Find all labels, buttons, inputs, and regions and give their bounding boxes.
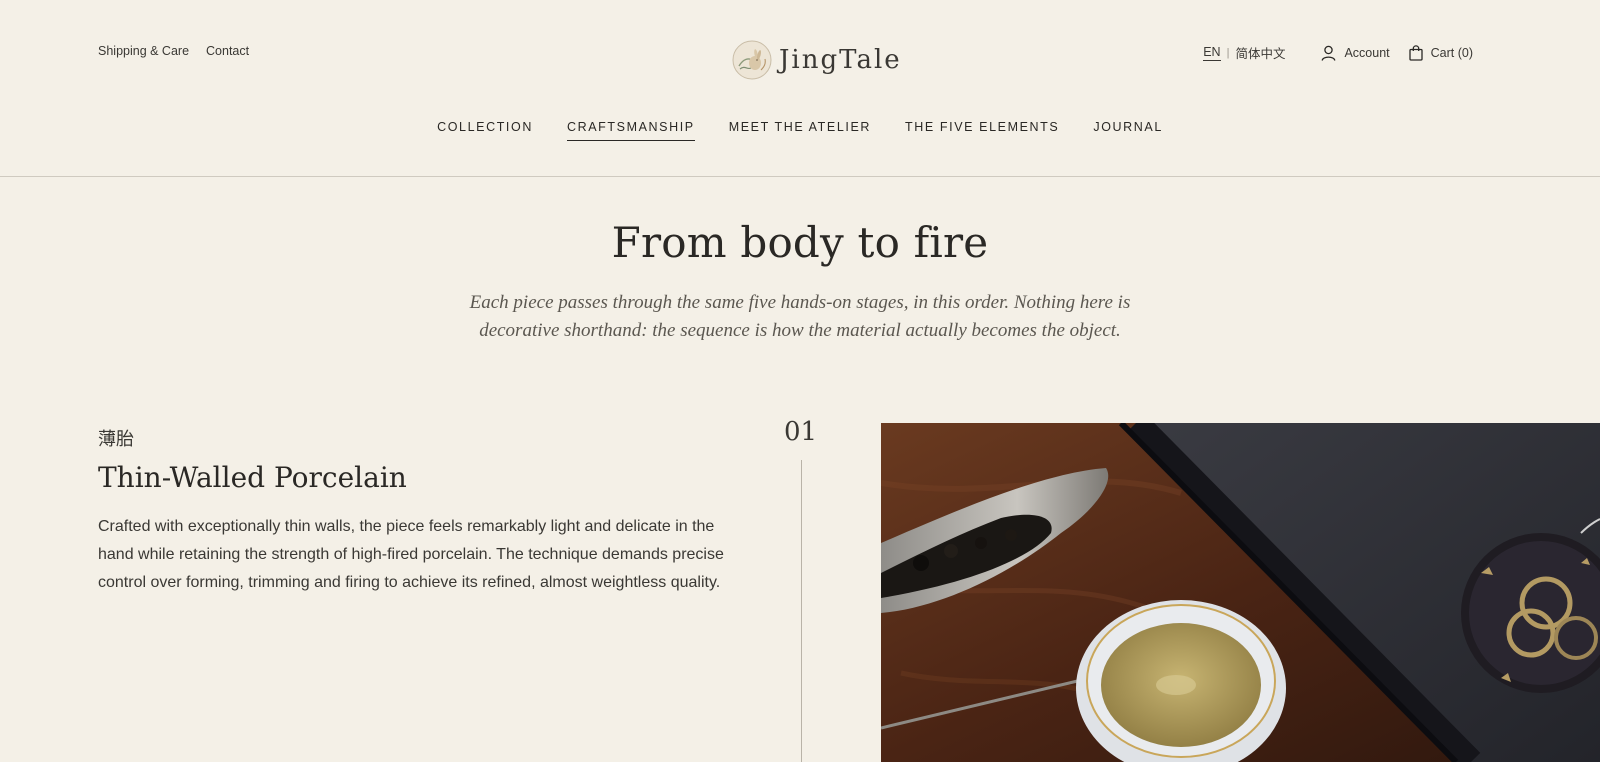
stage-title: Thin-Walled Porcelain xyxy=(98,461,407,494)
cart-link[interactable]: Cart (0) xyxy=(1408,44,1473,61)
brand-logo[interactable]: JingTale xyxy=(731,39,902,81)
stage-section: 薄胎 Thin-Walled Porcelain Crafted with ex… xyxy=(0,417,1600,762)
nav-journal[interactable]: JOURNAL xyxy=(1093,120,1163,141)
utility-links-left: Shipping & Care Contact xyxy=(98,44,249,58)
lang-en-link[interactable]: EN xyxy=(1203,45,1221,61)
cart-label: Cart (0) xyxy=(1430,45,1473,60)
contact-link[interactable]: Contact xyxy=(206,44,249,58)
main-navigation: COLLECTION CRAFTSMANSHIP MEET THE ATELIE… xyxy=(0,120,1600,141)
stage-number: 01 xyxy=(784,417,818,447)
stage-chinese-title: 薄胎 xyxy=(98,429,134,450)
account-label: Account xyxy=(1344,45,1390,60)
nav-meet-the-atelier[interactable]: MEET THE ATELIER xyxy=(729,120,871,141)
nav-five-elements[interactable]: THE FIVE ELEMENTS xyxy=(905,120,1059,141)
utility-links-right: EN | 简体中文 Account Cart (0) xyxy=(1203,43,1473,62)
language-switcher: EN | 简体中文 xyxy=(1203,43,1285,62)
person-icon xyxy=(1321,45,1336,61)
shopping-bag-icon xyxy=(1408,44,1423,61)
intro-section: From body to fire Each piece passes thro… xyxy=(0,177,1600,345)
lang-separator: | xyxy=(1226,46,1230,59)
page-subtitle: Each piece passes through the same five … xyxy=(469,292,1131,341)
nav-craftsmanship[interactable]: CRAFTSMANSHIP xyxy=(566,120,695,141)
nav-collection[interactable]: COLLECTION xyxy=(437,120,533,141)
stage-photo xyxy=(881,423,1600,762)
lang-zh-link[interactable]: 简体中文 xyxy=(1235,43,1285,62)
site-header: Shipping & Care Contact JingTale EN | 简体… xyxy=(0,0,1600,177)
stage-description: Crafted with exceptionally thin walls, t… xyxy=(98,518,724,591)
brand-name: JingTale xyxy=(779,45,902,75)
page-title: From body to fire xyxy=(611,218,989,267)
shipping-care-link[interactable]: Shipping & Care xyxy=(98,44,189,58)
stage-divider xyxy=(801,460,802,762)
rabbit-emblem-icon xyxy=(731,39,773,81)
account-link[interactable]: Account xyxy=(1321,45,1390,61)
